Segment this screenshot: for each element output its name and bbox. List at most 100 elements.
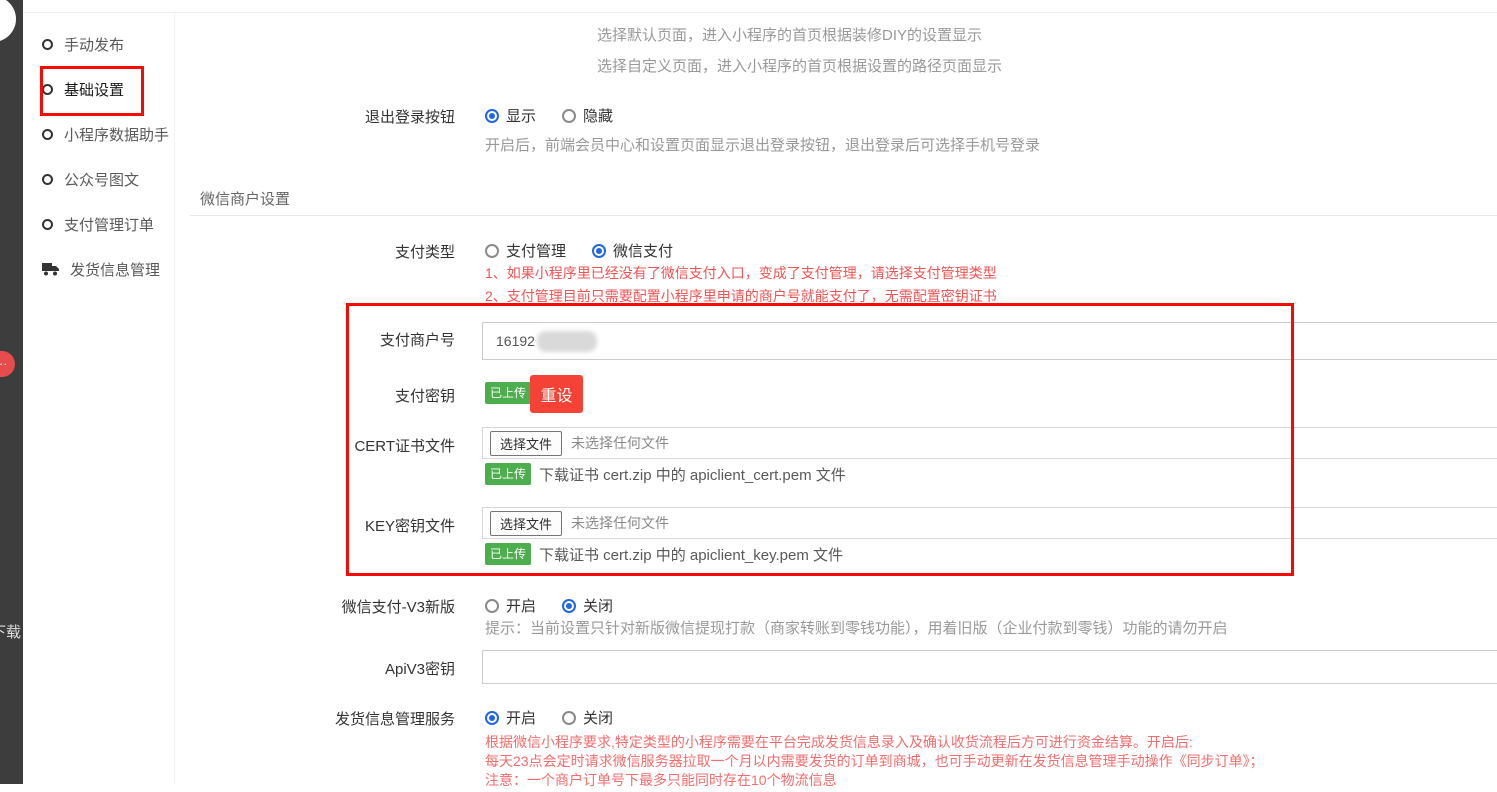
- radio-unchecked-icon[interactable]: [485, 599, 499, 613]
- shipping-radio-group: 开启 关闭: [485, 707, 613, 728]
- top-menu-label: 新客裂变: [627, 0, 687, 2]
- redaction-blur: [537, 331, 597, 352]
- key-note-text: 下载证书 cert.zip 中的 apiclient_key.pem 文件: [539, 544, 843, 565]
- pay-type-radio-group: 支付管理 微信支付: [485, 240, 673, 261]
- radio-checked-icon[interactable]: [485, 711, 499, 725]
- v3-radio-group: 开启 关闭: [485, 595, 613, 616]
- section-title-wechat-merchant: 微信商户设置: [200, 188, 290, 209]
- sidebar-item-basic-settings[interactable]: 基础设置: [23, 67, 174, 112]
- top-menu-label: 客户管理: [340, 0, 400, 2]
- radio-label: 支付管理: [506, 240, 566, 261]
- download-link[interactable]: 下载: [0, 621, 21, 642]
- radio-unchecked-icon[interactable]: [562, 711, 576, 725]
- key-file-input[interactable]: 选择文件 未选择任何文件: [482, 507, 1497, 539]
- sidebar-item-label: 公众号图文: [64, 169, 139, 190]
- truck-icon: [42, 263, 59, 276]
- top-menu-cloud-stock[interactable]: ∞ 云库存商品: [48, 0, 137, 2]
- top-menu-label: 新店铺: [452, 0, 497, 2]
- merchant-id-label: 支付商户号: [175, 329, 455, 350]
- custom-page-help-text: 选择自定义页面，进入小程序的首页根据设置的路径页面显示: [597, 55, 1002, 76]
- cert-note-text: 下载证书 cert.zip 中的 apiclient_cert.pem 文件: [539, 464, 846, 485]
- file-placeholder: 未选择任何文件: [571, 513, 669, 533]
- top-menu-new-shop[interactable]: ▣ 新店铺: [434, 0, 496, 2]
- radio-label: 开启: [506, 595, 536, 616]
- radio-label: 微信支付: [613, 240, 673, 261]
- radio-shipping-on[interactable]: 开启: [485, 707, 536, 728]
- radio-label: 关闭: [583, 707, 613, 728]
- shipping-service-label: 发货信息管理服务: [175, 708, 455, 729]
- default-page-help-text: 选择默认页面，进入小程序的首页根据装修DIY的设置显示: [597, 24, 982, 45]
- notification-badge[interactable]: ..: [0, 351, 15, 377]
- top-menu-customer-mgmt[interactable]: ▣ 客户管理: [323, 0, 400, 2]
- sidebar-item-shipping-info[interactable]: 发货信息管理: [23, 247, 174, 292]
- section-divider: [190, 215, 1497, 216]
- cert-upload-note: 已上传 下载证书 cert.zip 中的 apiclient_cert.pem …: [485, 463, 846, 485]
- circle-icon: [42, 39, 53, 50]
- v3-tip-text: 提示：当前设置只针对新版微信提现打款（商家转账到零钱功能），用着旧版（企业付款到…: [485, 617, 1228, 638]
- logout-help-text: 开启后，前端会员中心和设置页面显示退出登录按钮，退出登录后可选择手机号登录: [485, 134, 1040, 155]
- circle-icon: [42, 84, 53, 95]
- top-menu-bar: ∞ 云库存商品 ○ 代理商收益管理 ▣ 客户管理 ▣ 新店铺 ↻ 招商 ☰ 新客…: [23, 0, 1497, 13]
- pay-secret-label: 支付密钥: [175, 385, 455, 406]
- reset-secret-button[interactable]: 重设: [530, 375, 583, 413]
- radio-wechat-pay[interactable]: 微信支付: [592, 240, 673, 261]
- sidebar-item-official-articles[interactable]: 公众号图文: [23, 157, 174, 202]
- circle-icon: [42, 174, 53, 185]
- sidebar-item-label: 基础设置: [64, 79, 124, 100]
- choose-file-button[interactable]: 选择文件: [490, 431, 562, 456]
- top-menu-investment[interactable]: ↻ 招商: [531, 0, 577, 2]
- sidebar-item-label: 支付管理订单: [64, 214, 154, 235]
- sidebar-item-miniapp-data[interactable]: 小程序数据助手: [23, 112, 174, 157]
- radio-label: 关闭: [583, 595, 613, 616]
- radio-shipping-off[interactable]: 关闭: [562, 707, 613, 728]
- basic-settings-form: 选择默认页面，进入小程序的首页根据装修DIY的设置显示 选择自定义页面，进入小程…: [175, 13, 1497, 784]
- top-menu-agent-income[interactable]: ○ 代理商收益管理: [171, 0, 289, 2]
- logout-radio-group: 显示 隐藏: [485, 105, 613, 126]
- radio-checked-icon[interactable]: [562, 599, 576, 613]
- radio-label: 隐藏: [583, 105, 613, 126]
- apiv3-key-label: ApiV3密钥: [175, 658, 455, 679]
- radio-unchecked-icon[interactable]: [485, 244, 499, 258]
- pay-type-note-1: 1、如果小程序里已经没有了微信支付入口，变成了支付管理，请选择支付管理类型: [485, 262, 997, 285]
- cert-file-label: CERT证书文件: [175, 435, 455, 456]
- radio-checked-icon[interactable]: [485, 109, 499, 123]
- pay-type-label: 支付类型: [175, 241, 455, 262]
- merchant-id-value: 16192: [496, 333, 535, 349]
- sidebar-item-label: 小程序数据助手: [64, 124, 169, 145]
- left-dark-rail: .. 下载: [0, 0, 23, 784]
- radio-v3-on[interactable]: 开启: [485, 595, 536, 616]
- shipping-note-3: 注意：一个商户订单号下最多只能同时存在10个物流信息: [485, 769, 837, 792]
- radio-label: 显示: [506, 105, 536, 126]
- uploaded-badge: 已上传: [485, 382, 531, 404]
- key-upload-note: 已上传 下载证书 cert.zip 中的 apiclient_key.pem 文…: [485, 543, 843, 565]
- top-menu-label: 代理商分红议: [738, 0, 828, 2]
- uploaded-badge: 已上传: [485, 463, 531, 485]
- radio-unchecked-icon[interactable]: [562, 109, 576, 123]
- sidebar-item-label: 发货信息管理: [70, 259, 160, 280]
- radio-label: 开启: [506, 707, 536, 728]
- top-menu-fission[interactable]: ☰ 新客裂变: [611, 0, 688, 2]
- logout-button-label: 退出登录按钮: [175, 106, 455, 127]
- top-menu-label: 云库存商品: [62, 0, 137, 2]
- radio-hide[interactable]: 隐藏: [562, 105, 613, 126]
- merchant-id-input[interactable]: 16192: [482, 322, 1497, 360]
- radio-checked-icon[interactable]: [592, 244, 606, 258]
- key-file-label: KEY密钥文件: [175, 515, 455, 536]
- uploaded-badge: 已上传: [485, 543, 531, 565]
- sidebar-item-label: 手动发布: [64, 34, 124, 55]
- radio-show[interactable]: 显示: [485, 105, 536, 126]
- radio-pay-management[interactable]: 支付管理: [485, 240, 566, 261]
- wechatpay-v3-label: 微信支付-V3新版: [175, 596, 455, 617]
- radio-v3-off[interactable]: 关闭: [562, 595, 613, 616]
- pay-type-note-2: 2、支付管理目前只需要配置小程序里申请的商户号就能支付了，无需配置密钥证书: [485, 285, 997, 308]
- sidebar-item-payment-orders[interactable]: 支付管理订单: [23, 202, 174, 247]
- choose-file-button[interactable]: 选择文件: [490, 511, 562, 536]
- top-menu-agent-dividend[interactable]: ☰ 代理商分红议: [721, 0, 828, 2]
- apiv3-key-input[interactable]: [482, 650, 1497, 684]
- file-placeholder: 未选择任何文件: [571, 433, 669, 453]
- avatar[interactable]: [0, 0, 16, 42]
- sidebar-item-manual-publish[interactable]: 手动发布: [23, 22, 174, 67]
- top-menu-label: 招商: [547, 0, 577, 2]
- circle-icon: [42, 219, 53, 230]
- cert-file-input[interactable]: 选择文件 未选择任何文件: [482, 427, 1497, 459]
